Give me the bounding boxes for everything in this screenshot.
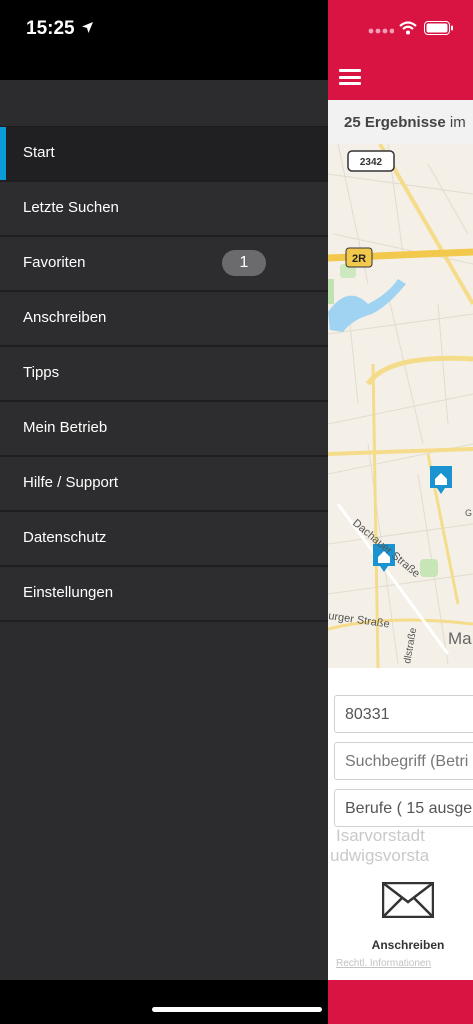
main-screen: 25 Ergebnisse im 2R 2342 Dachauer Straße…: [328, 0, 473, 1024]
results-count: 25 Ergebnisse im: [344, 114, 466, 131]
drawer-header: [0, 80, 328, 127]
battery-icon: [424, 21, 453, 35]
drawer-bottom-bar: [0, 980, 328, 1024]
send-application-button[interactable]: Anschreiben: [328, 938, 473, 952]
hamburger-icon[interactable]: [339, 69, 361, 85]
menu-item-label: Favoriten: [23, 254, 86, 271]
map-district-label: Isarvorstadt: [336, 826, 425, 845]
legal-info-link[interactable]: Rechtl. Informationen: [336, 958, 431, 969]
app-header: [328, 0, 473, 100]
menu-item-einstellungen[interactable]: Einstellungen: [0, 567, 328, 622]
menu-item-tipps[interactable]: Tipps: [0, 347, 328, 402]
map-view[interactable]: 2R 2342 Dachauer Straße urger Straße dls…: [328, 144, 473, 668]
menu-item-start[interactable]: Start: [0, 127, 328, 182]
status-time: 15:25: [26, 18, 75, 39]
zip-field[interactable]: 80331: [334, 695, 473, 733]
professions-select[interactable]: Berufe ( 15 ausge: [334, 789, 473, 827]
menu-item-label: Datenschutz: [23, 529, 107, 546]
favorites-count-badge: 1: [222, 250, 266, 276]
route-shield-label: 2342: [360, 157, 383, 168]
bottom-action-area: Isarvorstadt udwigsvorsta Anschreiben Re…: [328, 826, 473, 980]
status-bar: 15:25: [0, 0, 328, 80]
menu-item-favoriten[interactable]: Favoriten 1: [0, 237, 328, 292]
search-form: 80331 Suchbegriff (Betri Berufe ( 15 aus…: [328, 668, 473, 838]
home-indicator[interactable]: [152, 1007, 322, 1012]
menu-item-letzte-suchen[interactable]: Letzte Suchen: [0, 182, 328, 237]
menu-item-label: Einstellungen: [23, 584, 114, 601]
menu-item-mein-betrieb[interactable]: Mein Betrieb: [0, 402, 328, 457]
menu-item-label: Mein Betrieb: [23, 419, 108, 436]
street-label: G: [465, 508, 472, 518]
menu-item-hilfe-support[interactable]: Hilfe / Support: [0, 457, 328, 512]
map-canvas: 2R 2342 Dachauer Straße urger Straße dls…: [328, 144, 473, 668]
menu-item-label: Start: [23, 144, 55, 161]
menu-item-label: Tipps: [23, 364, 60, 381]
search-input[interactable]: Suchbegriff (Betri: [334, 742, 473, 780]
location-arrow-icon: [82, 22, 93, 33]
map-district-label: udwigsvorsta: [330, 846, 430, 865]
menu-item-anschreiben[interactable]: Anschreiben: [0, 292, 328, 347]
menu-item-label: Hilfe / Support: [23, 474, 119, 491]
results-bar: 25 Ergebnisse im: [328, 100, 473, 144]
bottom-brand-bar: [328, 980, 473, 1024]
wifi-icon: [399, 21, 417, 35]
menu-item-label: Anschreiben: [23, 309, 107, 326]
results-count-number: 25 Ergebnisse: [344, 114, 446, 131]
side-drawer: 15:25 Start Letzte Suchen Favoriten 1 An…: [0, 0, 328, 1024]
drawer-menu: Start Letzte Suchen Favoriten 1 Anschrei…: [0, 127, 328, 622]
city-label: Ma: [448, 629, 472, 648]
results-count-suffix: im: [445, 114, 466, 131]
menu-item-label: Letzte Suchen: [23, 199, 119, 216]
menu-item-datenschutz[interactable]: Datenschutz: [0, 512, 328, 567]
road-label: 2R: [352, 253, 366, 265]
envelope-icon[interactable]: [382, 882, 434, 918]
signal-dots-icon: [368, 28, 394, 34]
